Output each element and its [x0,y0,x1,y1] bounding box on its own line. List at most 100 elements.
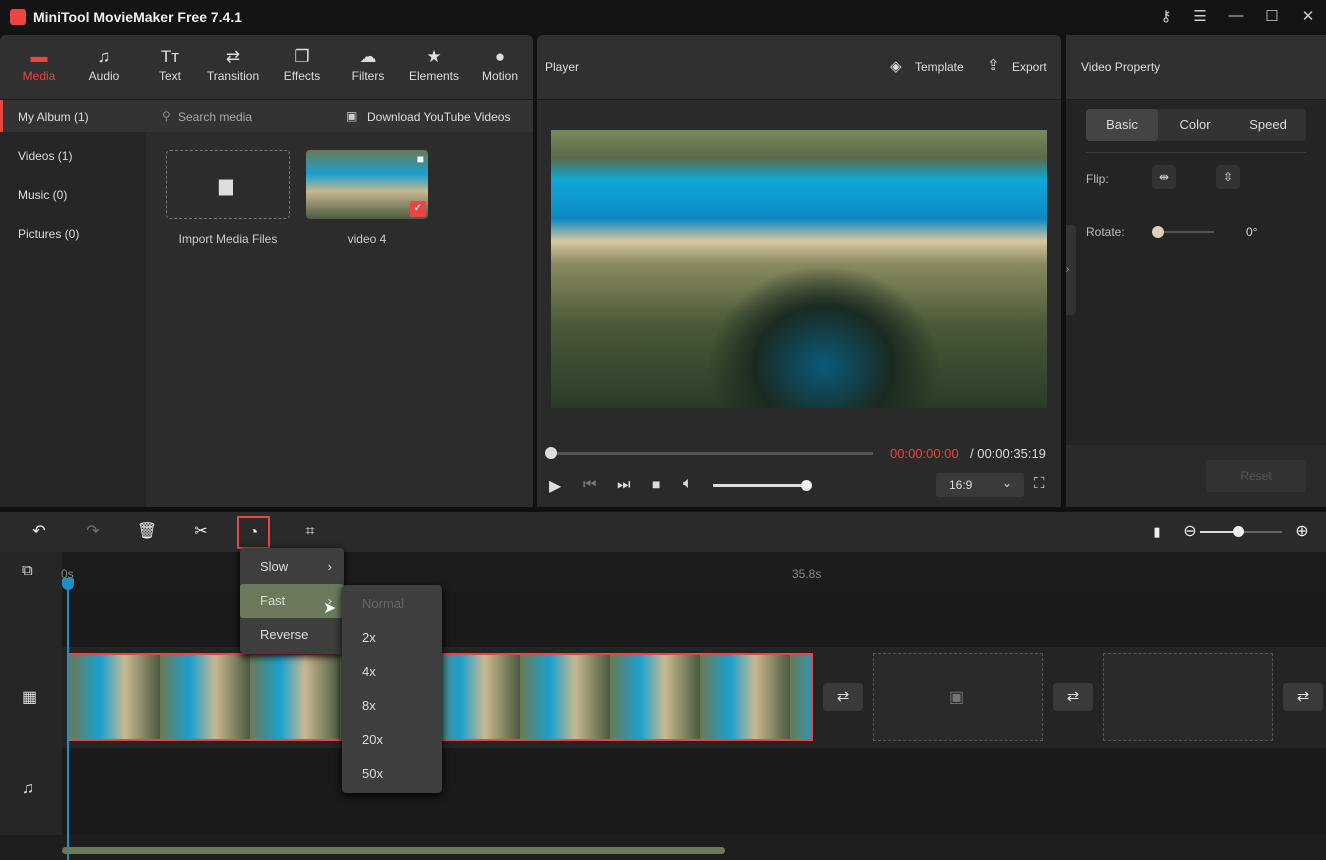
volume-slider[interactable] [713,484,807,487]
album-sidebar: My Album (1) Videos (1) Music (0) Pictur… [0,100,146,507]
property-footer: Reset [1066,445,1326,507]
add-track-icon[interactable]: ⧉ [22,562,33,579]
zoom-out-icon[interactable]: ⊖ [1178,520,1202,544]
chevron-right-icon: › [327,559,332,574]
play-icon[interactable]: ▶ [549,476,561,496]
player-panel: Player ◈ Template ⇪ Export 00:00:00:00 /… [537,35,1061,507]
sidebar-item-music[interactable]: Music (0) [0,178,146,210]
tab-filters[interactable]: ☁ Filters [335,47,401,83]
playhead-handle[interactable] [62,578,74,590]
progress-bar[interactable] [551,452,873,455]
tab-color[interactable]: Color [1159,109,1231,141]
template-button[interactable]: Template [915,60,964,74]
rotate-slider[interactable] [1158,231,1214,233]
crop-icon[interactable]: ⌗ [298,520,322,544]
menu-item-4x[interactable]: 4x [342,655,442,689]
app-title: MiniTool MovieMaker Free 7.4.1 [33,9,243,25]
stop-icon[interactable]: ■ [652,476,660,492]
time-end: 35.8s [792,567,822,581]
empty-clip-slot[interactable] [1103,653,1273,741]
redo-icon[interactable]: ↷ [81,520,105,544]
menu-item-8x[interactable]: 8x [342,689,442,723]
previous-frame-icon[interactable]: ⏮ [583,476,597,493]
sidebar-item-videos[interactable]: Videos (1) [0,139,146,171]
key-icon[interactable]: ⚷ [1156,7,1176,25]
fullscreen-icon[interactable]: ⛶ [1034,475,1045,492]
flip-vertical-icon[interactable]: ⇳ [1216,165,1240,189]
transition-swap-icon[interactable]: ⇄ [1283,683,1323,711]
next-frame-icon[interactable]: ⏭ [617,476,631,493]
flip-horizontal-icon[interactable]: ⇹ [1152,165,1176,189]
transition-swap-icon[interactable]: ⇄ [823,683,863,711]
film-icon: ▦ [22,689,38,706]
menu-label: Slow [260,559,289,574]
tab-elements[interactable]: ★ Elements [401,47,467,83]
close-button[interactable]: ✕ [1298,7,1318,25]
property-title: Video Property [1081,60,1161,74]
menu-item-slow[interactable]: Slow › [240,550,344,584]
menu-icon[interactable]: ☰ [1190,7,1210,25]
tab-effects[interactable]: ❐ Effects [269,47,335,83]
volume-icon[interactable]: 🔈︎ [683,475,693,493]
tab-text[interactable]: Tт Text [137,47,203,83]
delete-icon[interactable]: 🗑︎ [135,520,159,544]
undo-icon[interactable]: ↶ [27,520,51,544]
tab-basic[interactable]: Basic [1086,109,1158,141]
import-media-button[interactable]: ▆ [166,150,290,219]
volume-handle[interactable] [801,480,812,491]
total-time: / 00:00:35:19 [970,446,1046,461]
tab-label: Effects [283,69,321,83]
empty-clip-slot[interactable]: ▣ [873,653,1043,741]
maximize-button[interactable]: ☐ [1262,7,1282,25]
player-header: Player ◈ Template ⇪ Export [537,35,1061,100]
transition-swap-icon[interactable]: ⇄ [1053,683,1093,711]
sidebar-item-pictures[interactable]: Pictures (0) [0,217,146,249]
horizontal-scrollbar[interactable] [62,847,725,854]
fit-zoom-icon[interactable]: ▮ [1145,520,1169,544]
tab-label: Motion [481,69,519,83]
ruler-head: ⧉ [0,552,62,592]
download-youtube-button[interactable]: Download YouTube Videos [367,110,510,124]
tab-label: Elements [408,69,460,83]
timeline-toolbar: ↶ ↷ 🗑︎ ✂ ◔ ⌗ ▮ ⊖ ⊕ [0,512,1326,552]
menu-item-20x[interactable]: 20x [342,723,442,757]
split-scissors-icon[interactable]: ✂ [189,520,213,544]
tab-transition[interactable]: ⇄ Transition [200,47,266,83]
progress-handle[interactable] [545,447,557,459]
menu-item-50x[interactable]: 50x [342,757,442,791]
placeholder-icon: ▣ [949,689,965,706]
reset-button[interactable]: Reset [1206,460,1306,492]
folder-icon: ▬ [30,47,48,66]
filters-icon: ☁ [359,47,377,66]
track-head [0,592,62,647]
aspect-ratio-select[interactable]: 16:9 ⌄ [936,473,1024,497]
tab-audio[interactable]: ♫ Audio [71,47,137,83]
tab-motion[interactable]: ● Motion [467,47,533,83]
tab-speed[interactable]: Speed [1232,109,1304,141]
rotate-handle[interactable] [1152,226,1164,238]
speed-icon[interactable]: ◔ [237,516,270,549]
player-title: Player [545,60,580,74]
search-icon: ⚲ [162,109,171,123]
playhead[interactable] [67,578,69,860]
chevron-down-icon: ⌄ [1002,476,1013,490]
collapse-handle[interactable]: › [1066,225,1076,315]
menu-label: Fast [260,593,286,608]
search-input[interactable]: Search media [178,110,252,124]
export-button[interactable]: Export [1012,60,1047,74]
checkmark-icon: ✓ [410,201,426,217]
menu-item-reverse[interactable]: Reverse [240,618,344,652]
zoom-handle[interactable] [1233,526,1244,537]
motion-icon: ● [494,47,506,66]
tab-media[interactable]: ▬ Media [6,47,72,83]
import-label: Import Media Files [178,232,278,246]
current-time: 00:00:00:00 [890,446,959,461]
media-thumbnail[interactable]: ■ ✓ [306,150,428,219]
menu-item-2x[interactable]: 2x [342,621,442,655]
minimize-button[interactable]: — [1226,7,1246,24]
sidebar-item-my-album[interactable]: My Album (1) [0,100,146,132]
rotate-value: 0° [1246,225,1258,239]
video-camera-icon: ■ [416,152,424,166]
zoom-in-icon[interactable]: ⊕ [1290,520,1314,544]
flip-label: Flip: [1086,172,1109,186]
